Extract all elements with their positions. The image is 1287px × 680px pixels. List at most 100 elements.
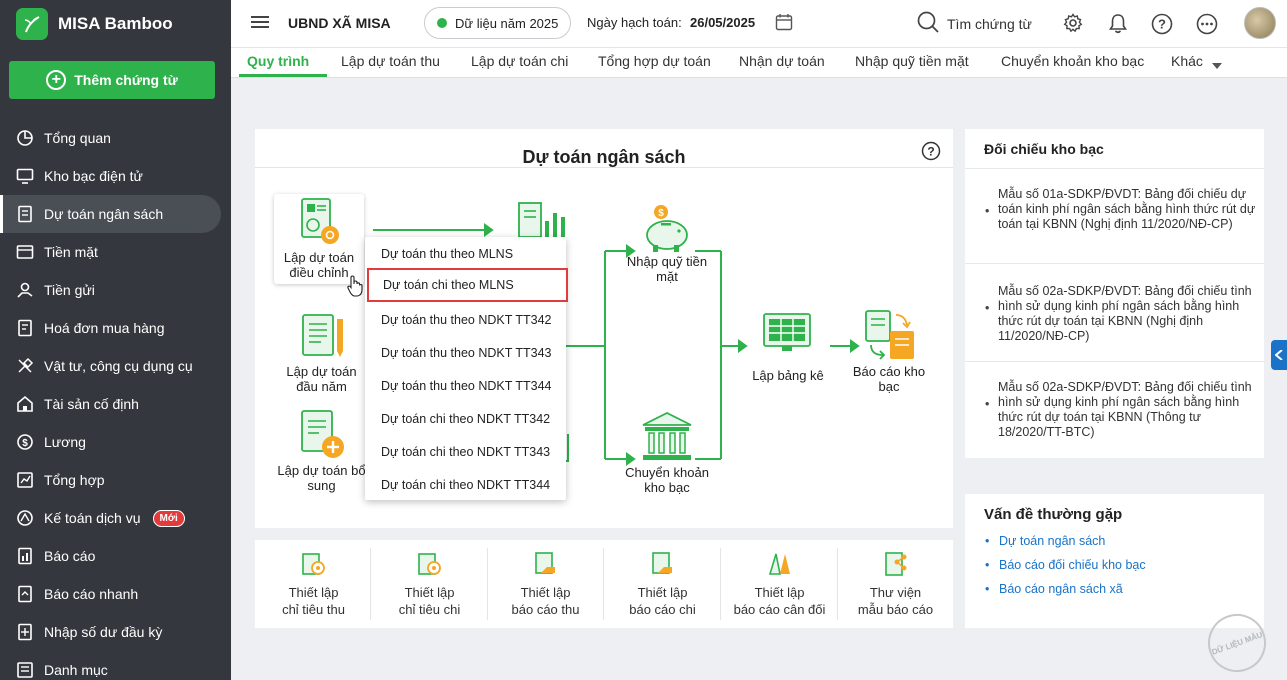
report-template-library[interactable]: Thư viện mẫu báo cáo	[837, 540, 954, 628]
tab-tong-hop-du-toan[interactable]: Tổng hợp dự toán	[598, 53, 711, 69]
hamburger-menu-icon[interactable]	[251, 14, 269, 33]
sidebar-item-5[interactable]: Hoá đơn mua hàng	[0, 309, 231, 347]
building-icon	[16, 395, 34, 413]
setup-expense-target[interactable]: Thiết lập chỉ tiêu chi	[371, 540, 488, 628]
sidebar-item-12[interactable]: Báo cáo nhanh	[0, 575, 231, 613]
tab-lap-du-toan-chi[interactable]: Lập dự toán chi	[471, 53, 568, 69]
monitor-icon	[16, 167, 34, 185]
more-options-icon[interactable]	[1196, 13, 1218, 38]
reconcile-doc-02a-tt[interactable]: Mẫu số 02a-SDKP/ĐVDT: Bảng đối chiếu tìn…	[985, 380, 1265, 440]
sidebar-item-label: Kế toán dịch vụ	[44, 510, 141, 526]
tab-nhap-quy-tien-mat[interactable]: Nhập quỹ tiền mặt	[855, 53, 969, 69]
piggy-bank-icon[interactable]: $	[639, 202, 695, 257]
sidebar-item-13[interactable]: Nhập số dư đầu kỳ	[0, 613, 231, 651]
dropdown-item-chi-tt344[interactable]: Dự toán chi theo NDKT TT344	[365, 468, 566, 501]
sidebar-item-label: Tiền gửi	[44, 282, 95, 298]
setup-balance-report[interactable]: Thiết lập báo cáo cân đối	[721, 540, 838, 628]
adjust-budget-dropdown: Dự toán thu theo MLNS Dự toán chi theo M…	[365, 237, 568, 501]
active-tab-indicator	[239, 74, 327, 77]
treasury-report-icon[interactable]	[863, 309, 917, 364]
cash-icon	[16, 243, 34, 261]
sidebar-item-3[interactable]: Tiền mặt	[0, 233, 231, 271]
reconcile-doc-02a-nd[interactable]: Mẫu số 02a-SDKP/ĐVDT: Bảng đối chiếu tìn…	[985, 284, 1265, 344]
sidebar-item-9[interactable]: Tổng hợp	[0, 461, 231, 499]
faq-link-reconcile-report[interactable]: Báo cáo đối chiếu kho bạc	[985, 558, 1146, 572]
statement-list-icon[interactable]	[762, 312, 812, 357]
setup-expense-report[interactable]: Thiết lập báo cáo chi	[604, 540, 721, 628]
divider	[965, 263, 1265, 264]
tab-nhan-du-toan[interactable]: Nhận dự toán	[739, 53, 825, 69]
add-voucher-button[interactable]: + Thêm chứng từ	[9, 61, 215, 99]
faq-link-commune-report[interactable]: Báo cáo ngân sách xã	[985, 582, 1123, 596]
setup-rev-report-line2: báo cáo thu	[511, 602, 580, 617]
setup-shortcuts-panel: Thiết lập chỉ tiêu thu Thiết lập chỉ tiêu …	[255, 540, 953, 628]
sidebar-item-label: Vật tư, công cụ dụng cụ	[44, 358, 193, 374]
sidebar-item-label: Lương	[44, 434, 86, 450]
sidebar-item-14[interactable]: Danh mục	[0, 651, 231, 680]
setup-revenue-target[interactable]: Thiết lập chỉ tiêu thu	[255, 540, 372, 628]
tab-lap-du-toan-thu[interactable]: Lập dự toán thu	[341, 53, 440, 69]
sidebar-item-6[interactable]: Vật tư, công cụ dụng cụ	[0, 347, 231, 385]
tab-khac[interactable]: Khác	[1171, 53, 1203, 69]
plus-icon: +	[46, 70, 67, 90]
sidebar-item-11[interactable]: Báo cáo	[0, 537, 231, 575]
process-panel: Dự toán ngân sách ? Lập dự toán điều chỉ…	[255, 129, 953, 528]
treasury-bank-icon[interactable]	[639, 411, 695, 466]
tab-chuyen-khoan-kho-bac[interactable]: Chuyển khoản kho bạc	[1001, 53, 1144, 69]
data-year-selector[interactable]: Dữ liệu năm 2025	[424, 7, 571, 39]
budget-document-icon	[300, 198, 340, 249]
voucher-search[interactable]: Tìm chứng từ	[917, 11, 1032, 36]
budget-icon	[16, 205, 34, 223]
organization-name: UBND XÃ MISA	[288, 15, 391, 31]
setup-exp-report-line1: Thiết lập	[637, 585, 688, 600]
dropdown-item-chi-tt343[interactable]: Dự toán chi theo NDKT TT343	[365, 435, 566, 468]
posting-date-label: Ngày hạch toán:	[587, 15, 682, 30]
report-icon	[16, 547, 34, 565]
dropdown-item-chi-tt342[interactable]: Dự toán chi theo NDKT TT342	[365, 402, 566, 435]
calendar-icon[interactable]	[775, 13, 793, 34]
help-icon[interactable]: ?	[1151, 13, 1173, 38]
panel-collapse-toggle[interactable]	[1271, 340, 1287, 370]
treasury-transfer-label: Chuyển khoản kho bạc	[625, 465, 709, 495]
sidebar-item-2[interactable]: Dự toán ngân sách	[0, 195, 221, 233]
setup-revenue-report[interactable]: Thiết lập báo cáo thu	[487, 540, 604, 628]
top-bar: UBND XÃ MISA Dữ liệu năm 2025 Ngày hạch …	[231, 0, 1287, 47]
dropdown-item-chi-mlns[interactable]: Dự toán chi theo MLNS	[367, 268, 568, 302]
faq-panel: Vấn đề thường gặp Dự toán ngân sách Báo …	[965, 494, 1264, 628]
library-line2: mẫu báo cáo	[857, 602, 934, 617]
dropdown-item-thu-mlns[interactable]: Dự toán thu theo MLNS	[365, 237, 566, 270]
settings-gear-icon[interactable]	[1063, 13, 1083, 36]
app-logo[interactable]: MISA Bamboo	[16, 8, 173, 40]
adjust-budget-card[interactable]: Lập dự toán điều chỉnh	[274, 194, 364, 284]
chevron-down-icon[interactable]	[1212, 58, 1222, 73]
annual-budget-icon[interactable]	[299, 311, 349, 362]
sidebar-item-4[interactable]: Tiền gửi	[0, 271, 231, 309]
tools-icon	[16, 357, 34, 375]
posting-date-value[interactable]: 26/05/2025	[690, 15, 755, 30]
tab-quy-trinh[interactable]: Quy trình	[247, 53, 309, 69]
notification-bell-icon[interactable]	[1108, 13, 1128, 37]
status-dot-icon	[437, 18, 447, 28]
setup-rev-report-line1: Thiết lập	[520, 585, 571, 600]
reconcile-doc-01a[interactable]: Mẫu số 01a-SDKP/ĐVDT: Bảng đối chiếu dự …	[985, 187, 1265, 232]
dropdown-item-thu-tt342[interactable]: Dự toán thu theo NDKT TT342	[365, 303, 566, 336]
reconcile-title: Đối chiếu kho bạc	[984, 141, 1104, 157]
setup-exp-report-line2: báo cáo chi	[629, 602, 696, 617]
sidebar-item-7[interactable]: Tài sản cố định	[0, 385, 231, 423]
setup-balance-line2: báo cáo cân đối	[733, 602, 826, 617]
sidebar-item-1[interactable]: Kho bạc điện tử	[0, 157, 231, 195]
library-line1: Thư viện	[869, 585, 922, 600]
user-avatar[interactable]	[1244, 7, 1276, 39]
sidebar-item-0[interactable]: Tổng quan	[0, 119, 231, 157]
chevron-left-icon	[1275, 350, 1283, 360]
sidebar-item-label: Báo cáo	[44, 548, 96, 564]
gear-list-icon	[417, 551, 443, 580]
statement-list-label: Lập bảng kê	[752, 368, 824, 383]
supplement-budget-icon[interactable]	[299, 409, 349, 462]
dropdown-item-thu-tt343[interactable]: Dự toán thu theo NDKT TT343	[365, 336, 566, 369]
sidebar-item-8[interactable]: $ Lương	[0, 423, 231, 461]
sidebar-item-10[interactable]: Kế toán dịch vụ Mới	[0, 499, 231, 537]
dropdown-item-thu-tt344[interactable]: Dự toán thu theo NDKT TT344	[365, 369, 566, 402]
svg-text:?: ?	[1158, 17, 1166, 32]
faq-link-budget[interactable]: Dự toán ngân sách	[985, 534, 1105, 548]
